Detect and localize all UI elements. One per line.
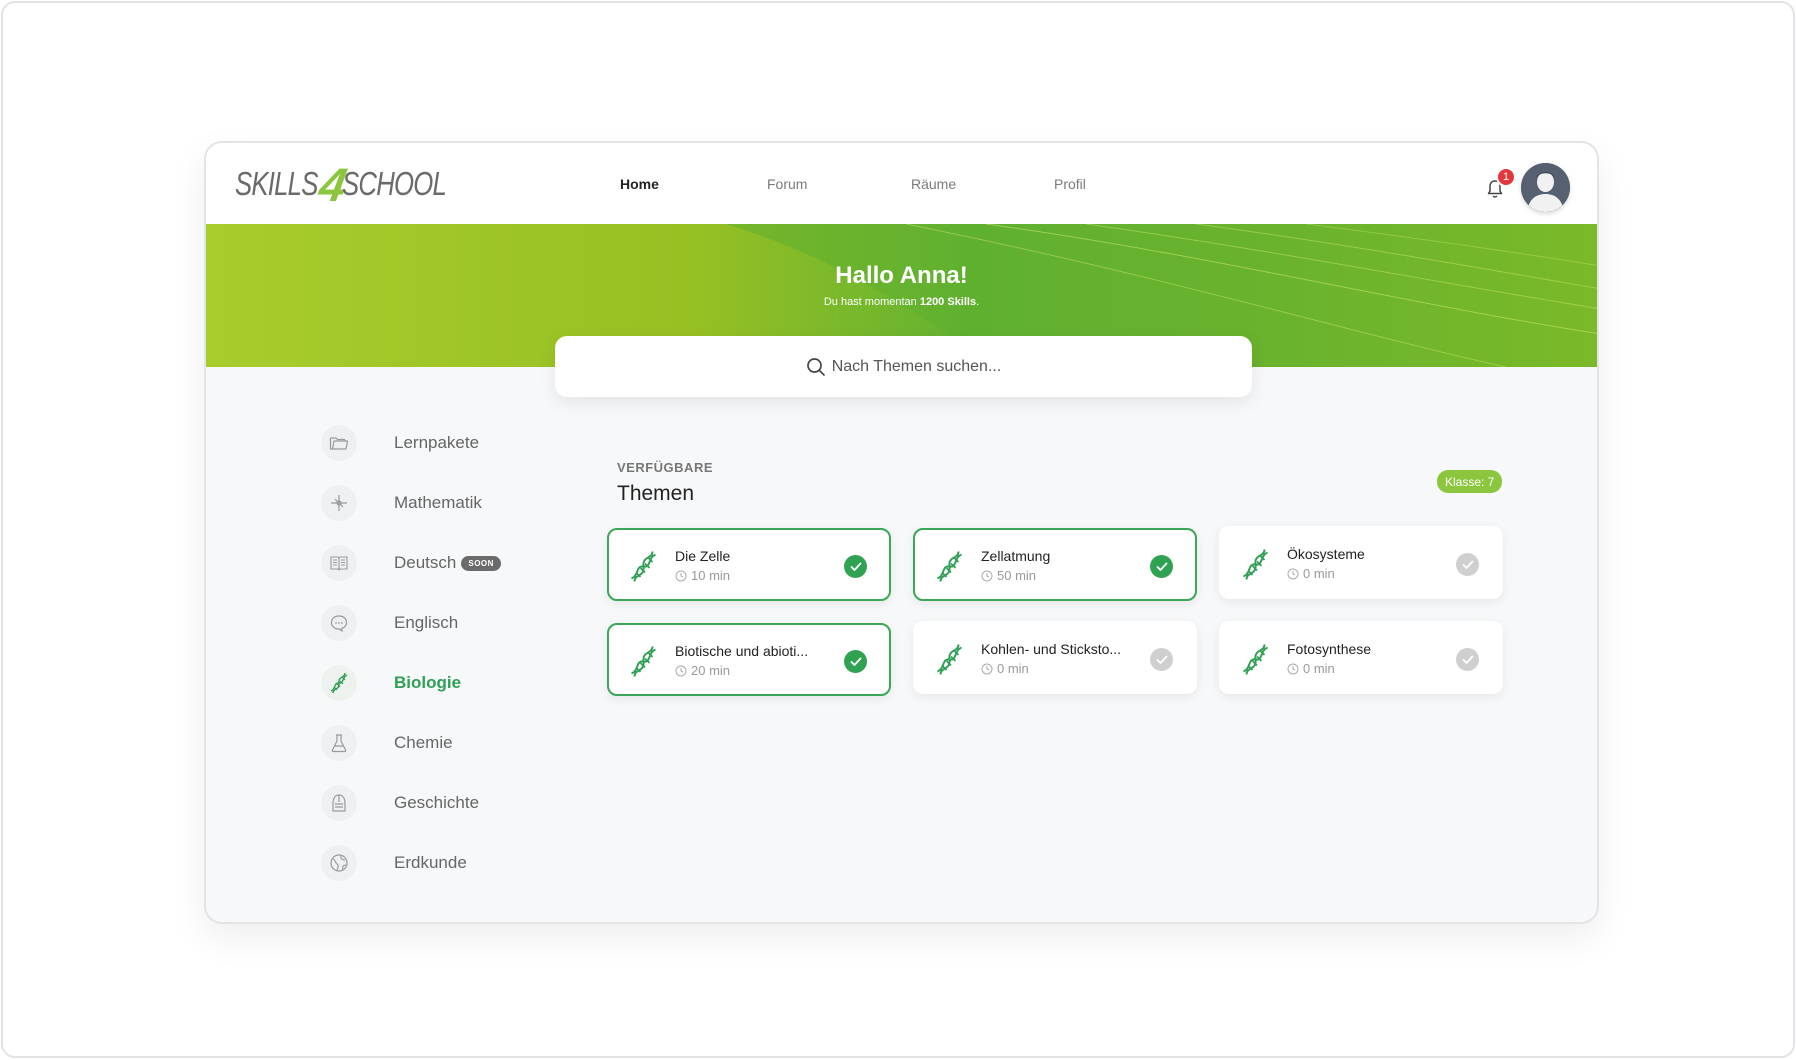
sidebar-item-label: Mathematik <box>394 493 482 512</box>
sidebar-item-deutsch[interactable]: Deutsch SOON <box>321 543 501 583</box>
incomplete-check-icon <box>1456 553 1479 576</box>
nav-home[interactable]: Home <box>620 176 659 192</box>
topic-card-oekosysteme[interactable]: Ökosysteme 0 min <box>1219 526 1503 599</box>
topic-title: Kohlen- und Sticksto... <box>981 641 1122 657</box>
sidebar-item-mathematik[interactable]: Mathematik <box>321 483 482 523</box>
notification-count-badge: 1 <box>1496 167 1516 187</box>
topic-duration: 20 min <box>675 663 730 678</box>
sidebar-item-englisch[interactable]: Englisch <box>321 603 458 643</box>
sidebar-item-label: Englisch <box>394 613 459 632</box>
topic-duration: 0 min <box>1287 661 1335 676</box>
speech-bubble-icon <box>321 605 357 641</box>
topic-duration: 0 min <box>981 661 1029 676</box>
search-icon <box>806 357 825 376</box>
folder-icon <box>321 425 357 461</box>
dna-icon <box>1243 644 1268 675</box>
skills-count: 1200 Skills <box>919 296 977 308</box>
dna-icon <box>937 644 962 675</box>
topic-title: Fotosynthese <box>1287 641 1372 657</box>
completed-check-icon <box>844 555 867 578</box>
topic-duration: 10 min <box>675 568 730 583</box>
sidebar-item-geschichte[interactable]: Geschichte <box>321 783 479 823</box>
math-icon <box>321 485 357 521</box>
topic-title: Ökosysteme <box>1287 546 1365 562</box>
topic-title: Die Zelle <box>675 548 731 564</box>
completed-check-icon <box>1150 555 1173 578</box>
clock-icon <box>675 665 687 676</box>
topic-card-die-zelle[interactable]: Die Zelle 10 min <box>607 528 891 601</box>
flask-icon <box>321 725 357 761</box>
dna-icon <box>631 551 656 582</box>
sidebar-item-label: Deutsch <box>394 553 457 572</box>
window-frame: SKILLS 4 SCHOOL Home Forum Räume Profil … <box>1 1 1795 1058</box>
top-navigation-bar: SKILLS 4 SCHOOL Home Forum Räume Profil … <box>206 143 1597 224</box>
completed-check-icon <box>844 650 867 673</box>
incomplete-check-icon <box>1456 648 1479 671</box>
globe-icon <box>321 845 357 881</box>
sidebar-item-label: Geschichte <box>394 793 480 812</box>
topic-title: Biotische und abioti... <box>675 643 809 659</box>
nav-forum[interactable]: Forum <box>767 176 807 192</box>
topic-card-zellatmung[interactable]: Zellatmung 50 min <box>913 528 1197 601</box>
clock-icon <box>675 570 687 581</box>
grade-badge[interactable]: Klasse: 7 <box>1437 470 1503 493</box>
topic-duration: 0 min <box>1287 566 1335 581</box>
nav-profil[interactable]: Profil <box>1054 176 1086 192</box>
soon-badge: SOON <box>461 555 501 571</box>
sidebar-item-chemie[interactable]: Chemie <box>321 723 453 763</box>
sidebar-item-erdkunde[interactable]: Erdkunde <box>321 843 467 883</box>
clock-icon <box>981 570 993 581</box>
topic-search-input[interactable]: Nach Themen suchen... <box>555 336 1252 397</box>
sidebar-item-biologie[interactable]: Biologie <box>321 663 461 703</box>
nav-raeume[interactable]: Räume <box>911 176 956 192</box>
dna-icon <box>631 646 656 677</box>
section-eyebrow: VERFÜGBARE <box>617 460 714 475</box>
dna-icon <box>321 665 357 701</box>
greeting-title: Hallo Anna! <box>835 262 968 289</box>
incomplete-check-icon <box>1150 648 1173 671</box>
dna-icon <box>1243 549 1268 580</box>
topic-title: Zellatmung <box>981 548 1051 564</box>
sidebar-item-lernpakete[interactable]: Lernpakete <box>321 423 479 463</box>
knight-helmet-icon <box>321 785 357 821</box>
app-window: SKILLS 4 SCHOOL Home Forum Räume Profil … <box>204 141 1599 924</box>
clock-icon <box>1287 663 1299 674</box>
user-avatar[interactable] <box>1521 163 1570 212</box>
topic-card-fotosynthese[interactable]: Fotosynthese 0 min <box>1219 621 1503 694</box>
clock-icon <box>981 663 993 674</box>
clock-icon <box>1287 568 1299 579</box>
section-title: Themen <box>617 482 695 505</box>
sidebar-item-label: Lernpakete <box>394 433 480 452</box>
topic-duration: 50 min <box>981 568 1036 583</box>
topic-card-biotische-abiotische[interactable]: Biotische und abioti... 20 min <box>607 623 891 696</box>
book-icon <box>321 545 357 581</box>
main-nav: Home Forum Räume Profil <box>206 143 1597 224</box>
sidebar-item-label: Biologie <box>394 673 462 692</box>
sidebar-item-label: Chemie <box>394 733 453 752</box>
sidebar-item-label: Erdkunde <box>394 853 467 872</box>
topic-card-kohlen-stickstoff[interactable]: Kohlen- und Sticksto... 0 min <box>913 621 1197 694</box>
skills-summary: Du hast momentan 1200 Skills. <box>823 296 980 308</box>
dna-icon <box>937 551 962 582</box>
search-placeholder: Nach Themen suchen... <box>831 357 1002 375</box>
